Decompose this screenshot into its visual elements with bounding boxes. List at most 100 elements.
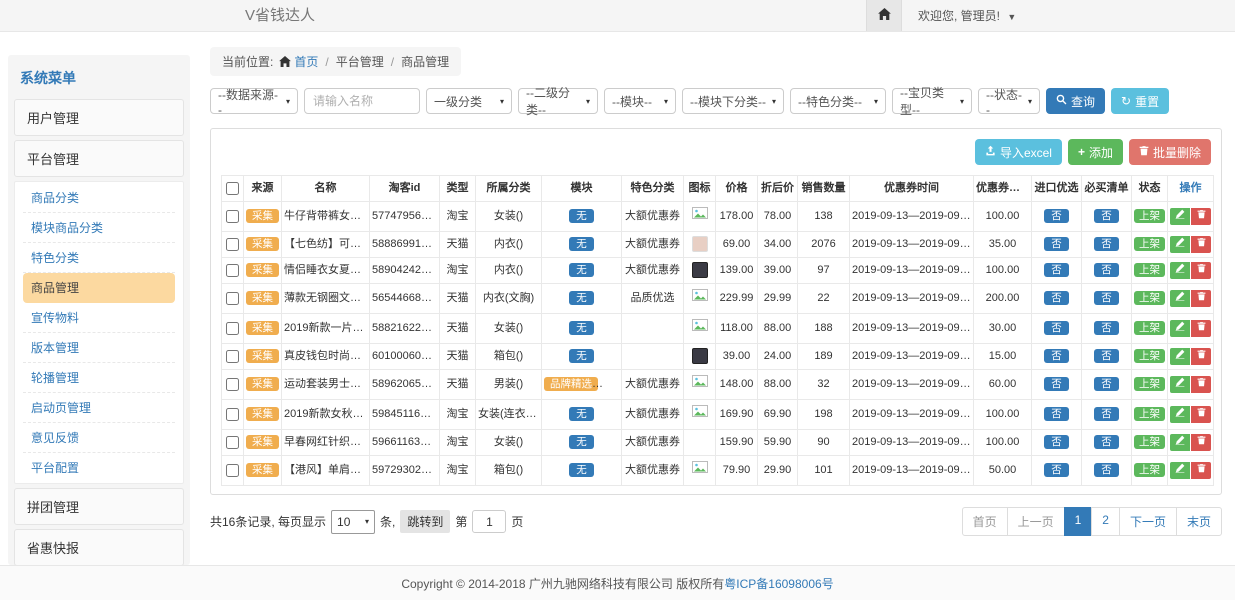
module-badge[interactable]: 无 xyxy=(569,463,594,477)
filter-select[interactable]: --模块下分类--▾ xyxy=(682,88,784,114)
must-buy-toggle-button[interactable]: 否 xyxy=(1094,435,1119,449)
filter-select[interactable]: --二级分类--▾ xyxy=(518,88,598,114)
page-button[interactable]: 下一页 xyxy=(1119,507,1177,536)
row-checkbox[interactable] xyxy=(226,238,239,251)
must-buy-toggle-button[interactable]: 否 xyxy=(1094,349,1119,363)
row-checkbox[interactable] xyxy=(226,322,239,335)
module-badge[interactable]: 无 xyxy=(569,349,594,363)
filter-select[interactable]: 一级分类▾ xyxy=(426,88,512,114)
delete-button[interactable] xyxy=(1191,434,1211,451)
delete-button[interactable] xyxy=(1191,262,1211,279)
edit-button[interactable] xyxy=(1170,236,1190,253)
sidebar-item[interactable]: 特色分类 xyxy=(23,243,175,273)
add-button[interactable]: + 添加 xyxy=(1068,139,1123,165)
must-buy-toggle-button[interactable]: 否 xyxy=(1094,407,1119,421)
status-button[interactable]: 上架 xyxy=(1134,407,1165,421)
status-button[interactable]: 上架 xyxy=(1134,377,1165,391)
import-toggle-button[interactable]: 否 xyxy=(1044,377,1069,391)
edit-button[interactable] xyxy=(1170,406,1190,423)
row-checkbox[interactable] xyxy=(226,264,239,277)
must-buy-toggle-button[interactable]: 否 xyxy=(1094,263,1119,277)
sidebar-item[interactable]: 商品管理 xyxy=(23,273,175,303)
status-button[interactable]: 上架 xyxy=(1134,263,1165,277)
edit-button[interactable] xyxy=(1170,462,1190,479)
page-button[interactable]: 1 xyxy=(1064,507,1093,536)
must-buy-toggle-button[interactable]: 否 xyxy=(1094,377,1119,391)
status-button[interactable]: 上架 xyxy=(1134,291,1165,305)
data-source-select[interactable]: --数据来源-- ▾ xyxy=(210,88,298,114)
must-buy-toggle-button[interactable]: 否 xyxy=(1094,209,1119,223)
sidebar-item[interactable]: 拼团管理 xyxy=(14,488,184,525)
sidebar-item[interactable]: 启动页管理 xyxy=(23,393,175,423)
row-checkbox[interactable] xyxy=(226,408,239,421)
edit-button[interactable] xyxy=(1170,348,1190,365)
sidebar-item[interactable]: 轮播管理 xyxy=(23,363,175,393)
import-toggle-button[interactable]: 否 xyxy=(1044,349,1069,363)
sidebar-item[interactable]: 平台管理 xyxy=(14,140,184,177)
home-button[interactable] xyxy=(866,0,902,31)
jump-button[interactable]: 跳转到 xyxy=(400,510,450,533)
page-button[interactable]: 首页 xyxy=(962,507,1008,536)
filter-select[interactable]: --特色分类--▾ xyxy=(790,88,886,114)
row-checkbox[interactable] xyxy=(226,210,239,223)
delete-button[interactable] xyxy=(1191,406,1211,423)
page-button[interactable]: 末页 xyxy=(1176,507,1222,536)
module-badge[interactable]: 无 xyxy=(569,407,594,421)
status-button[interactable]: 上架 xyxy=(1134,435,1165,449)
module-badge[interactable]: 品牌精选 xyxy=(544,377,598,391)
delete-button[interactable] xyxy=(1191,348,1211,365)
import-toggle-button[interactable]: 否 xyxy=(1044,237,1069,251)
import-toggle-button[interactable]: 否 xyxy=(1044,291,1069,305)
sidebar-item[interactable]: 版本管理 xyxy=(23,333,175,363)
module-badge[interactable]: 无 xyxy=(569,237,594,251)
per-page-select[interactable]: 10 ▾ xyxy=(331,510,375,534)
filter-select[interactable]: --宝贝类型--▾ xyxy=(892,88,972,114)
delete-button[interactable] xyxy=(1191,376,1211,393)
module-badge[interactable]: 无 xyxy=(569,263,594,277)
status-button[interactable]: 上架 xyxy=(1134,209,1165,223)
page-button[interactable]: 上一页 xyxy=(1007,507,1065,536)
status-button[interactable]: 上架 xyxy=(1134,463,1165,477)
import-toggle-button[interactable]: 否 xyxy=(1044,209,1069,223)
sidebar-item[interactable]: 省惠快报 xyxy=(14,529,184,565)
edit-button[interactable] xyxy=(1170,290,1190,307)
delete-button[interactable] xyxy=(1191,462,1211,479)
select-all-checkbox[interactable] xyxy=(226,182,239,195)
row-checkbox[interactable] xyxy=(226,436,239,449)
import-toggle-button[interactable]: 否 xyxy=(1044,263,1069,277)
filter-select[interactable]: --状态--▾ xyxy=(978,88,1040,114)
page-number-input[interactable] xyxy=(472,510,506,533)
sidebar-item[interactable]: 模块商品分类 xyxy=(23,213,175,243)
must-buy-toggle-button[interactable]: 否 xyxy=(1094,463,1119,477)
sidebar-item[interactable]: 平台配置 xyxy=(23,453,175,482)
edit-button[interactable] xyxy=(1170,376,1190,393)
edit-button[interactable] xyxy=(1170,434,1190,451)
edit-button[interactable] xyxy=(1170,262,1190,279)
delete-button[interactable] xyxy=(1191,208,1211,225)
module-badge[interactable]: 无 xyxy=(569,291,594,305)
user-menu[interactable]: 欢迎您, 管理员! ▼ xyxy=(918,7,1016,24)
delete-button[interactable] xyxy=(1191,320,1211,337)
sidebar-item[interactable]: 商品分类 xyxy=(23,183,175,213)
row-checkbox[interactable] xyxy=(226,350,239,363)
page-button[interactable]: 2 xyxy=(1091,507,1120,536)
import-excel-button[interactable]: 导入excel xyxy=(975,139,1062,165)
import-toggle-button[interactable]: 否 xyxy=(1044,407,1069,421)
sidebar-item[interactable]: 用户管理 xyxy=(14,99,184,136)
must-buy-toggle-button[interactable]: 否 xyxy=(1094,237,1119,251)
row-checkbox[interactable] xyxy=(226,378,239,391)
filter-select[interactable]: --模块--▾ xyxy=(604,88,676,114)
module-badge[interactable]: 无 xyxy=(569,321,594,335)
must-buy-toggle-button[interactable]: 否 xyxy=(1094,321,1119,335)
row-checkbox[interactable] xyxy=(226,292,239,305)
name-search-input[interactable] xyxy=(304,88,420,114)
row-checkbox[interactable] xyxy=(226,464,239,477)
delete-button[interactable] xyxy=(1191,290,1211,307)
edit-button[interactable] xyxy=(1170,208,1190,225)
module-badge[interactable]: 无 xyxy=(569,435,594,449)
breadcrumb-home-link[interactable]: 首页 xyxy=(294,53,318,70)
import-toggle-button[interactable]: 否 xyxy=(1044,321,1069,335)
import-toggle-button[interactable]: 否 xyxy=(1044,435,1069,449)
edit-button[interactable] xyxy=(1170,320,1190,337)
delete-button[interactable] xyxy=(1191,236,1211,253)
